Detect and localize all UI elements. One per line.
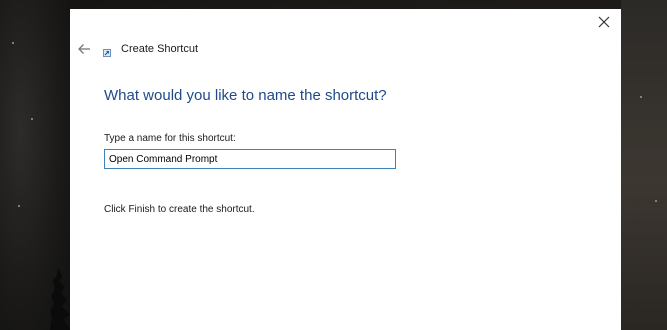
shortcut-name-label: Type a name for this shortcut: (104, 133, 236, 144)
back-arrow-icon (78, 44, 90, 54)
star (655, 200, 657, 202)
close-button[interactable] (595, 13, 613, 31)
page-heading: What would you like to name the shortcut… (104, 87, 387, 104)
create-shortcut-dialog: Create Shortcut What would you like to n… (70, 9, 621, 330)
shortcut-wizard-icon (103, 49, 111, 57)
close-icon (598, 16, 610, 28)
star (18, 205, 20, 207)
window-title: Create Shortcut (121, 43, 199, 55)
back-button[interactable] (76, 41, 92, 57)
star (12, 42, 14, 44)
star (640, 96, 642, 98)
desktop-background-right (621, 0, 667, 330)
finish-instruction-text: Click Finish to create the shortcut. (104, 204, 255, 215)
star (31, 118, 33, 120)
shortcut-name-input[interactable] (104, 149, 396, 169)
